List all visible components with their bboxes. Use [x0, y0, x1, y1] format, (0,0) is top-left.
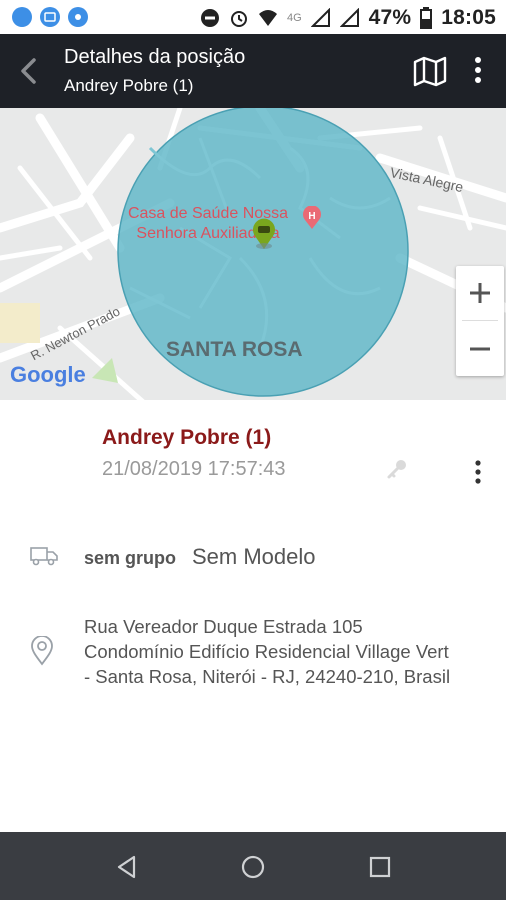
- google-logo: Google: [10, 362, 86, 387]
- map-label-neighborhood: SANTA ROSA: [166, 338, 303, 361]
- more-vert-icon[interactable]: [466, 54, 490, 88]
- status-indicators: 4G 47% 18:05: [200, 6, 496, 30]
- location-pin-icon: [31, 636, 53, 666]
- vehicle-marker-icon: [253, 218, 275, 249]
- map-icon[interactable]: [412, 54, 448, 88]
- zoom-in-button[interactable]: [456, 266, 504, 320]
- more-vert-icon[interactable]: [466, 458, 490, 486]
- recents-icon[interactable]: [367, 854, 393, 880]
- network-type: 4G: [286, 12, 302, 24]
- device-group: sem grupo: [84, 548, 177, 568]
- status-bar: 4G 47% 18:05: [0, 0, 506, 34]
- key-icon: [387, 460, 406, 479]
- page-title: Detalhes da posição: [64, 46, 246, 68]
- position-datetime: 21/08/2019 17:57:43: [102, 458, 286, 480]
- home-icon[interactable]: [240, 854, 266, 880]
- notification-icons: [12, 7, 88, 27]
- battery-percent: 47%: [368, 6, 412, 29]
- notification-icon: [68, 7, 88, 27]
- zoom-out-button[interactable]: [456, 322, 504, 376]
- app-bar: Detalhes da posição Andrey Pobre (1): [0, 34, 506, 108]
- zoom-controls: [456, 266, 504, 376]
- notification-icon: [40, 7, 60, 27]
- page-subtitle: Andrey Pobre (1): [64, 76, 194, 95]
- do-not-disturb-icon: [200, 9, 219, 27]
- battery-icon: [420, 7, 433, 29]
- device-name: Andrey Pobre (1): [102, 426, 272, 449]
- back-icon[interactable]: [114, 854, 140, 880]
- signal-icon: [310, 8, 330, 27]
- wifi-icon: [258, 10, 277, 26]
- minus-icon: [470, 347, 490, 351]
- plus-icon: [470, 283, 490, 303]
- address-line: - Santa Rosa, Niterói - RJ, 24240-210, B…: [84, 666, 451, 687]
- signal-icon: [339, 8, 359, 27]
- svg-text:H: H: [308, 211, 315, 222]
- clock: 18:05: [441, 6, 496, 29]
- zoom-divider: [462, 320, 498, 321]
- notification-icon: [12, 7, 32, 27]
- alarm-icon: [230, 11, 247, 27]
- truck-icon: [30, 547, 58, 566]
- hospital-icon: H: [303, 206, 321, 229]
- map-view[interactable]: Vista Alegre Casa de Saúde Nossa Senhora…: [0, 108, 506, 400]
- system-nav-bar: [0, 832, 506, 900]
- address: Rua Vereador Duque Estrada 105 Condomíni…: [84, 614, 504, 689]
- address-line: Condomínio Edifício Residencial Village …: [84, 641, 449, 662]
- address-line: Rua Vereador Duque Estrada 105: [84, 616, 363, 637]
- back-arrow-icon[interactable]: [14, 54, 44, 88]
- device-model: Sem Modelo: [192, 544, 316, 569]
